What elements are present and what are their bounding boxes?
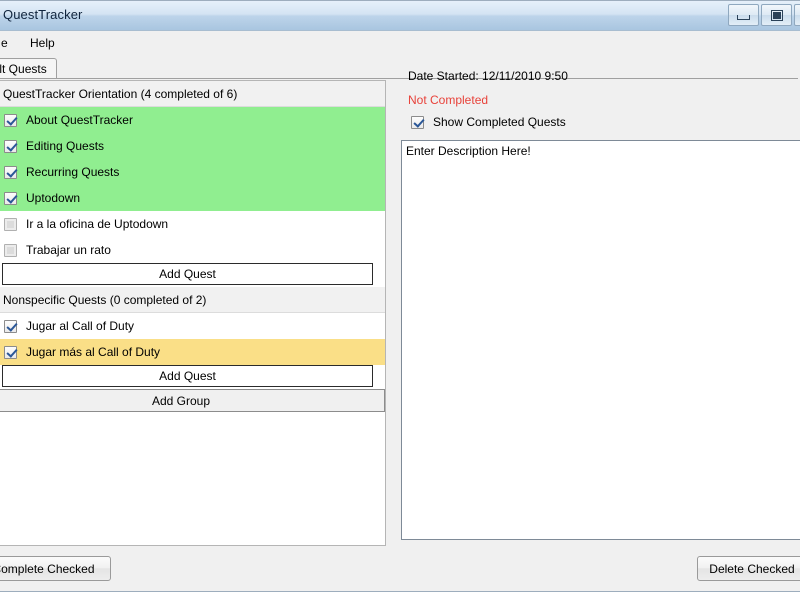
quest-group-label: QuestTracker Orientation (4 completed of… [3, 86, 238, 101]
show-completed-quests-checkbox[interactable]: Show Completed Quests [411, 115, 566, 129]
checkbox-icon[interactable] [411, 115, 424, 129]
quest-label: Trabajar un rato [26, 243, 111, 257]
menu-item-help[interactable]: Help [24, 35, 61, 51]
minimize-button[interactable] [728, 4, 759, 26]
window-controls: ✕ [728, 4, 800, 26]
title-bar: QuestTracker ✕ [0, 1, 800, 31]
date-started-label: Date Started: 12/11/2010 9:50 [408, 69, 568, 83]
quest-label: About QuestTracker [26, 113, 133, 127]
checkbox-icon[interactable] [4, 139, 17, 153]
quest-label: Jugar más al Call of Duty [26, 345, 161, 359]
quest-group-header[interactable]: QuestTracker Orientation (4 completed of… [0, 81, 385, 107]
quest-row[interactable]: Jugar más al Call of Duty [0, 339, 385, 365]
add-group-button[interactable]: Add Group [0, 389, 385, 412]
checkbox-icon[interactable] [4, 319, 17, 333]
delete-checked-button[interactable]: Delete Checked [697, 556, 800, 581]
status-badge: Not Completed [408, 93, 489, 107]
application-window: QuestTracker ✕ e Help ault Quests [0, 0, 800, 600]
show-completed-quests-label: Show Completed Quests [433, 115, 566, 129]
quest-label: Editing Quests [26, 139, 105, 153]
quest-label: Jugar al Call of Duty [26, 319, 135, 333]
tab-default-quests[interactable]: ault Quests [0, 58, 57, 79]
window-title: QuestTracker [3, 7, 83, 22]
checkbox-icon[interactable] [4, 113, 17, 127]
checkbox-icon[interactable] [4, 345, 17, 359]
menu-item-file[interactable]: e [0, 35, 14, 51]
quest-group-label: Nonspecific Quests (0 completed of 2) [3, 292, 207, 307]
add-quest-button[interactable]: Add Quest [2, 263, 373, 285]
quest-row[interactable]: Jugar al Call of Duty [0, 313, 385, 339]
quest-details-panel: Date Started: 12/11/2010 9:50 Not Comple… [401, 61, 800, 546]
description-textarea[interactable]: Enter Description Here! [401, 140, 800, 540]
quest-row[interactable]: Trabajar un rato [0, 237, 385, 263]
checkbox-icon[interactable] [4, 165, 17, 179]
quest-row[interactable]: Uptodown [0, 185, 385, 211]
add-quest-row: Add Quest [0, 365, 385, 389]
add-quest-row: Add Quest [0, 263, 385, 287]
desktop-strip [0, 592, 800, 600]
quest-label: Uptodown [26, 191, 81, 205]
quest-row[interactable]: Recurring Quests [0, 159, 385, 185]
checkbox-icon[interactable] [4, 191, 17, 205]
quest-group-header[interactable]: Nonspecific Quests (0 completed of 2) [0, 287, 385, 313]
quest-row[interactable]: About QuestTracker [0, 107, 385, 133]
checkbox-icon[interactable] [4, 243, 17, 257]
maximize-icon [770, 9, 783, 21]
minimize-icon [737, 14, 750, 20]
add-group-row: Add Group [0, 389, 385, 413]
quest-row[interactable]: Editing Quests [0, 133, 385, 159]
quest-label: Ir a la oficina de Uptodown [26, 217, 169, 231]
close-button[interactable]: ✕ [794, 4, 800, 26]
add-quest-button[interactable]: Add Quest [2, 365, 373, 387]
quest-list-scroll-area[interactable]: QuestTracker Orientation (4 completed of… [0, 81, 385, 545]
quest-row[interactable]: Ir a la oficina de Uptodown [0, 211, 385, 237]
quest-list-panel[interactable]: QuestTracker Orientation (4 completed of… [0, 80, 386, 546]
quest-label: Recurring Quests [26, 165, 120, 179]
checkbox-icon[interactable] [4, 217, 17, 231]
maximize-button[interactable] [761, 4, 792, 26]
complete-checked-button[interactable]: Complete Checked [0, 556, 111, 581]
quest-tracker-window: QuestTracker ✕ e Help ault Quests [0, 0, 800, 592]
menu-bar: e Help [0, 32, 800, 53]
